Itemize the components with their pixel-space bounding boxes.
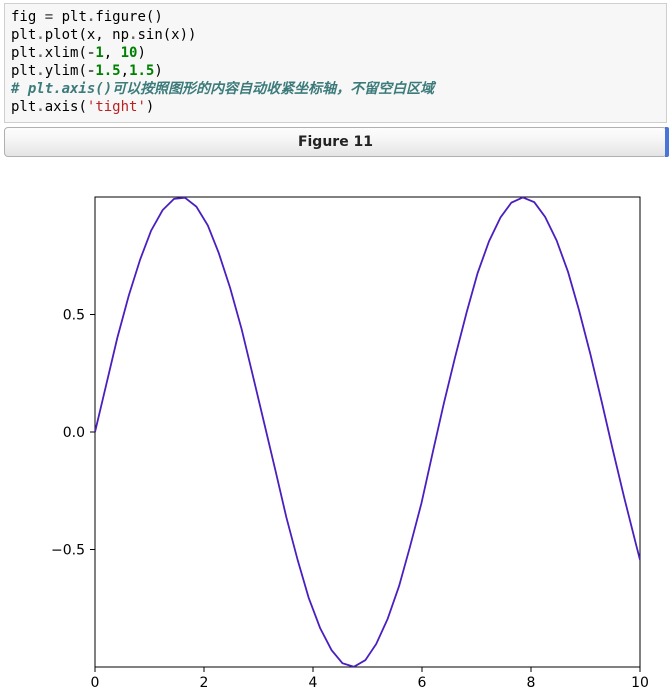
figure-header-label: Figure 11	[298, 134, 373, 150]
figure-header-wrap: Figure 11	[4, 127, 667, 157]
chart-container: 0 2 4 6 8 10 −0.5 0.0 0.5	[0, 157, 671, 690]
y-tick-label: −0.5	[51, 543, 85, 559]
axes-frame	[95, 197, 640, 667]
x-tick-label: 10	[631, 675, 649, 687]
code-cell: fig = plt.figure() plt.plot(x, np.sin(x)…	[4, 3, 667, 123]
x-tick-label: 8	[527, 675, 536, 687]
sine-line	[95, 197, 640, 666]
y-tick-label: 0.0	[63, 425, 85, 441]
x-tick-label: 2	[200, 675, 209, 687]
line-chart: 0 2 4 6 8 10 −0.5 0.0 0.5	[20, 187, 650, 687]
figure-header-accent	[665, 127, 669, 157]
x-tick-label: 4	[309, 675, 318, 687]
figure-header-button[interactable]: Figure 11	[4, 127, 667, 157]
x-tick-label: 0	[91, 675, 100, 687]
x-tick-label: 6	[418, 675, 427, 687]
y-tick-label: 0.5	[63, 308, 85, 324]
